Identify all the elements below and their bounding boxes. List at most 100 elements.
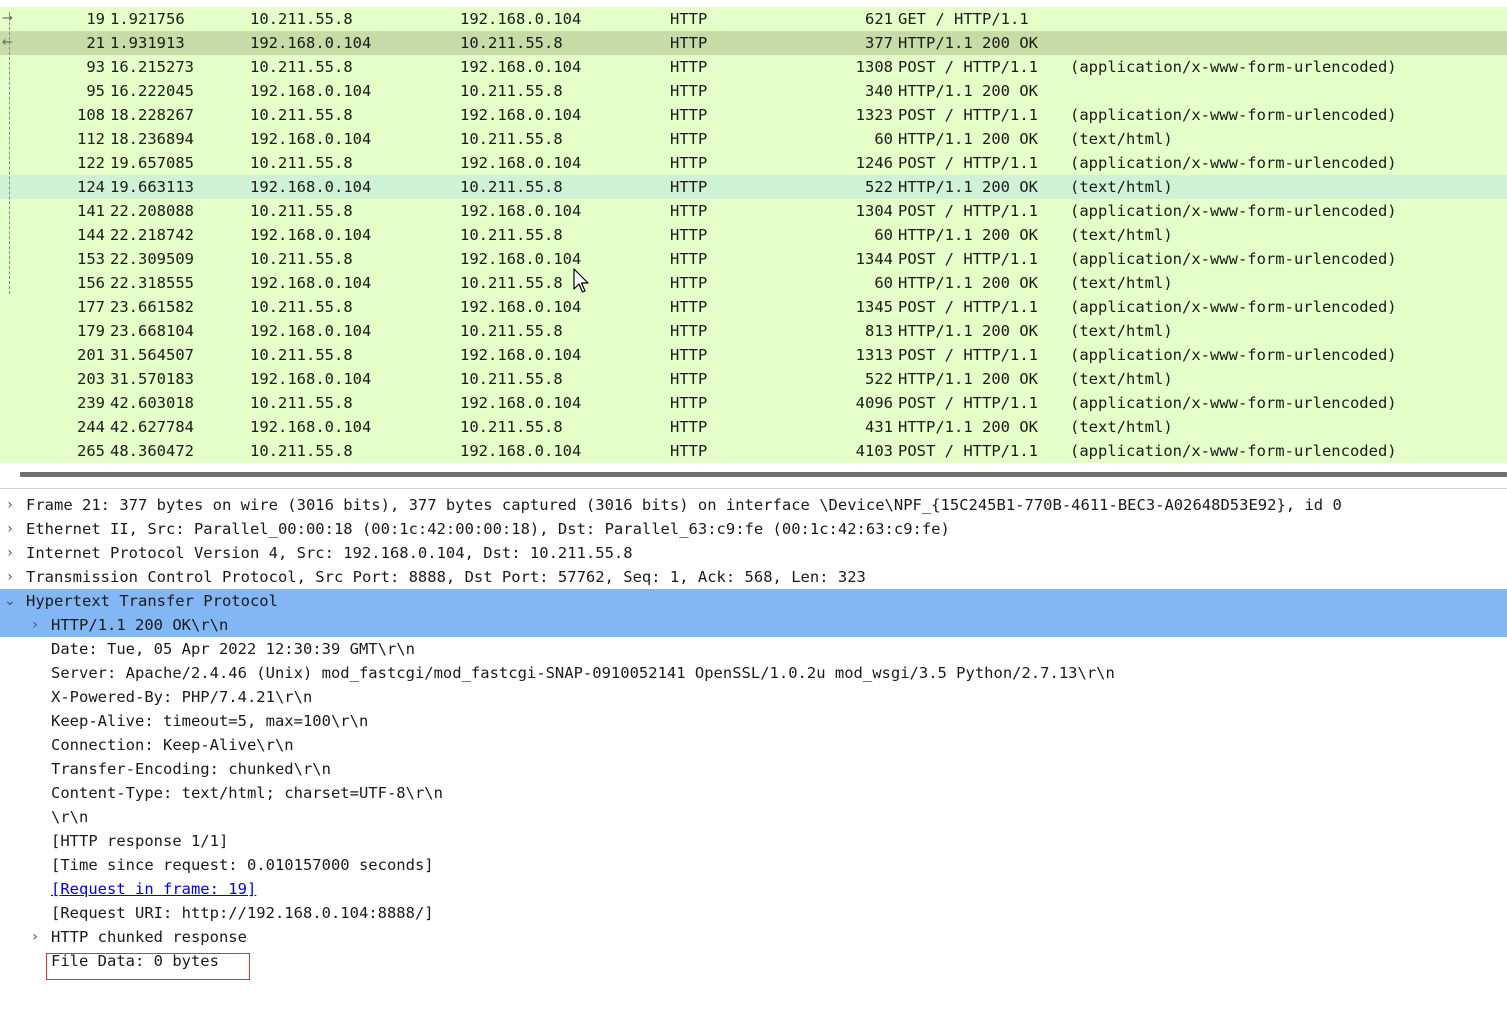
packet-row[interactable]: 124 19.663113 192.168.0.104 10.211.55.8 HTTP… (0, 175, 1507, 199)
packet-length: 1344 (855, 250, 893, 268)
packet-row[interactable]: 112 18.236894 192.168.0.104 10.211.55.8 HTTP… (0, 127, 1507, 151)
packet-destination: 10.211.55.8 (460, 322, 563, 340)
packet-content-type: (text/html) (1070, 418, 1173, 436)
chevron-right-icon[interactable]: › (3, 541, 17, 565)
packet-source: 10.211.55.8 (250, 58, 353, 76)
tree-item-status-line[interactable]: › HTTP/1.1 200 OK\r\n (0, 613, 1507, 637)
packet-destination: 192.168.0.104 (460, 202, 582, 220)
packet-number: 203 (77, 370, 105, 388)
packet-protocol: HTTP (670, 298, 708, 316)
packet-destination: 192.168.0.104 (460, 154, 582, 172)
packet-length: 431 (865, 418, 893, 436)
packet-info: POST / HTTP/1.1 (898, 106, 1038, 124)
tree-item-http[interactable]: ⌄ Hypertext Transfer Protocol (0, 589, 1507, 613)
packet-row[interactable]: 21 1.931913 192.168.0.104 10.211.55.8 HTTP 37… (0, 31, 1507, 55)
packet-row[interactable]: 244 42.627784 192.168.0.104 10.211.55.8 HTTP… (0, 415, 1507, 439)
tree-item-ip[interactable]: › Internet Protocol Version 4, Src: 192.… (0, 541, 1507, 565)
packet-length: 1304 (855, 202, 893, 220)
packet-row[interactable]: 95 16.222045 192.168.0.104 10.211.55.8 HTTP 3… (0, 79, 1507, 103)
packet-row[interactable]: 239 42.603018 10.211.55.8 192.168.0.104 HTTP… (0, 391, 1507, 415)
packet-row[interactable]: 122 19.657085 10.211.55.8 192.168.0.104 HTTP… (0, 151, 1507, 175)
tree-item-content-type[interactable]: Content-Type: text/html; charset=UTF-8\r… (0, 781, 1507, 805)
request-in-frame-link[interactable]: [Request in frame: 19] (51, 877, 256, 901)
packet-row[interactable]: 156 22.318555 192.168.0.104 10.211.55.8 HTTP… (0, 271, 1507, 295)
tree-item-request-uri[interactable]: [Request URI: http://192.168.0.104:8888/… (0, 901, 1507, 925)
packet-info: HTTP/1.1 200 OK (898, 130, 1038, 148)
packet-row[interactable]: 203 31.570183 192.168.0.104 10.211.55.8 HTTP… (0, 367, 1507, 391)
packet-info: HTTP/1.1 200 OK (898, 226, 1038, 244)
packet-row[interactable]: 141 22.208088 10.211.55.8 192.168.0.104 HTTP… (0, 199, 1507, 223)
packet-number: 19 (86, 10, 105, 28)
packet-content-type: (application/x-www-form-urlencoded) (1070, 346, 1397, 364)
chevron-down-icon[interactable]: ⌄ (3, 589, 17, 613)
tree-item-request-in-frame[interactable]: [Request in frame: 19] (0, 877, 1507, 901)
packet-length: 522 (865, 178, 893, 196)
tree-item-date[interactable]: Date: Tue, 05 Apr 2022 12:30:39 GMT\r\n (0, 637, 1507, 661)
packet-info: GET / HTTP/1.1 (898, 10, 1029, 28)
packet-row[interactable]: 177 23.661582 10.211.55.8 192.168.0.104 HTTP… (0, 295, 1507, 319)
tree-item-label: Content-Type: text/html; charset=UTF-8\r… (51, 784, 443, 802)
packet-number: 201 (77, 346, 105, 364)
tree-item-crlf[interactable]: \r\n (0, 805, 1507, 829)
packet-time: 16.222045 (110, 82, 194, 100)
packet-content-type: (application/x-www-form-urlencoded) (1070, 394, 1397, 412)
chevron-right-icon[interactable]: › (3, 493, 17, 517)
packet-protocol: HTTP (670, 250, 708, 268)
tree-item-response-number[interactable]: [HTTP response 1/1] (0, 829, 1507, 853)
tree-item-frame[interactable]: › Frame 21: 377 bytes on wire (3016 bits… (0, 493, 1507, 517)
tree-item-server[interactable]: Server: Apache/2.4.46 (Unix) mod_fastcgi… (0, 661, 1507, 685)
packet-length: 4096 (855, 394, 893, 412)
packet-protocol: HTTP (670, 370, 708, 388)
packet-destination: 10.211.55.8 (460, 34, 563, 52)
packet-row[interactable]: 19 1.921756 10.211.55.8 192.168.0.104 HTTP 62… (0, 7, 1507, 31)
packet-info: POST / HTTP/1.1 (898, 154, 1038, 172)
horizontal-scrollbar[interactable] (20, 472, 1507, 477)
packet-row[interactable]: 93 16.215273 10.211.55.8 192.168.0.104 HTTP 1… (0, 55, 1507, 79)
packet-destination: 10.211.55.8 (460, 178, 563, 196)
packet-number: 265 (77, 442, 105, 460)
packet-time: 1.931913 (110, 34, 185, 52)
packet-content-type: (text/html) (1070, 130, 1173, 148)
packet-info: HTTP/1.1 200 OK (898, 418, 1038, 436)
packet-content-type: (text/html) (1070, 370, 1173, 388)
packet-row[interactable]: 153 22.309509 10.211.55.8 192.168.0.104 HTTP… (0, 247, 1507, 271)
packet-row[interactable]: 201 31.564507 10.211.55.8 192.168.0.104 HTTP… (0, 343, 1507, 367)
chevron-right-icon[interactable]: › (28, 925, 42, 949)
tree-item-tcp[interactable]: › Transmission Control Protocol, Src Por… (0, 565, 1507, 589)
packet-protocol: HTTP (670, 34, 708, 52)
packet-row[interactable]: 179 23.668104 192.168.0.104 10.211.55.8 HTTP… (0, 319, 1507, 343)
chevron-right-icon[interactable]: › (3, 517, 17, 541)
chevron-right-icon[interactable]: › (28, 613, 42, 637)
tree-item-label: [Time since request: 0.010157000 seconds… (51, 856, 434, 874)
packet-details-tree: › Frame 21: 377 bytes on wire (3016 bits… (0, 493, 1507, 973)
packet-protocol: HTTP (670, 394, 708, 412)
packet-number: 21 (86, 34, 105, 52)
packet-number: 122 (77, 154, 105, 172)
tree-item-time-since-request[interactable]: [Time since request: 0.010157000 seconds… (0, 853, 1507, 877)
packet-destination: 10.211.55.8 (460, 370, 563, 388)
tree-item-connection[interactable]: Connection: Keep-Alive\r\n (0, 733, 1507, 757)
packet-content-type: (application/x-www-form-urlencoded) (1070, 298, 1397, 316)
packet-length: 1345 (855, 298, 893, 316)
tree-item-chunked-response[interactable]: › HTTP chunked response (0, 925, 1507, 949)
packet-number: 95 (86, 82, 105, 100)
packet-destination: 10.211.55.8 (460, 274, 563, 292)
packet-source: 10.211.55.8 (250, 394, 353, 412)
conversation-line (9, 12, 10, 294)
packet-protocol: HTTP (670, 130, 708, 148)
packet-time: 31.570183 (110, 370, 194, 388)
packet-row[interactable]: 108 18.228267 10.211.55.8 192.168.0.104 HTTP… (0, 103, 1507, 127)
packet-row[interactable]: 265 48.360472 10.211.55.8 192.168.0.104 HTTP… (0, 439, 1507, 463)
packet-source: 10.211.55.8 (250, 154, 353, 172)
tree-item-keep-alive[interactable]: Keep-Alive: timeout=5, max=100\r\n (0, 709, 1507, 733)
chevron-right-icon[interactable]: › (3, 565, 17, 589)
packet-number: 112 (77, 130, 105, 148)
tree-item-transfer-encoding[interactable]: Transfer-Encoding: chunked\r\n (0, 757, 1507, 781)
tree-item-label: Internet Protocol Version 4, Src: 192.16… (26, 544, 633, 562)
packet-row[interactable]: 144 22.218742 192.168.0.104 10.211.55.8 HTTP… (0, 223, 1507, 247)
tree-item-ethernet[interactable]: › Ethernet II, Src: Parallel_00:00:18 (0… (0, 517, 1507, 541)
pane-splitter[interactable] (0, 466, 1507, 490)
packet-length: 60 (874, 226, 893, 244)
tree-item-x-powered-by[interactable]: X-Powered-By: PHP/7.4.21\r\n (0, 685, 1507, 709)
packet-source: 10.211.55.8 (250, 442, 353, 460)
